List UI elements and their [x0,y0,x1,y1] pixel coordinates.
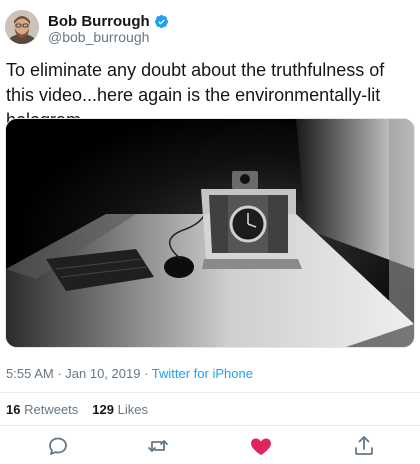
meta-separator: · [53,366,66,381]
meta-separator: · [140,366,152,381]
tweet-meta: 5:55 AM · Jan 10, 2019 · Twitter for iPh… [6,366,253,381]
tweet-stats: 16 Retweets 129 Likes [6,402,148,417]
retweets-label: Retweets [24,402,79,417]
retweet-icon[interactable] [146,434,170,458]
divider [0,392,420,393]
verified-badge-icon [154,14,168,28]
tweet-video[interactable] [5,118,415,348]
heart-icon[interactable] [249,434,273,458]
display-name[interactable]: Bob Burrough [48,13,150,30]
avatar[interactable] [5,10,39,44]
retweets-stat[interactable]: 16 Retweets [6,402,78,417]
tweet-header: Bob Burrough @bob_burrough [0,0,420,52]
likes-count: 129 [92,402,114,417]
likes-stat[interactable]: 129 Likes [92,402,148,417]
tweet-date[interactable]: Jan 10, 2019 [65,366,140,381]
tweet-time[interactable]: 5:55 AM [6,366,54,381]
retweets-count: 16 [6,402,21,417]
reply-icon[interactable] [46,434,70,458]
video-frame-image [6,119,414,347]
name-row: Bob Burrough [48,12,169,30]
avatar-image [5,10,39,44]
likes-label: Likes [117,402,148,417]
user-handle[interactable]: @bob_burrough [48,29,149,45]
tweet-actions [0,428,420,464]
share-icon[interactable] [352,434,376,458]
divider [0,425,420,426]
tweet-source-link[interactable]: Twitter for iPhone [152,366,253,381]
